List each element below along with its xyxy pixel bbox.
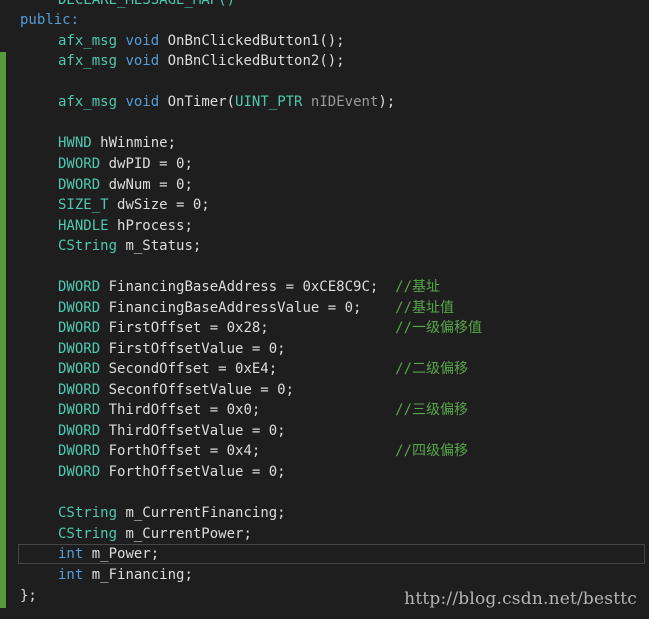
declaration-token: FinancingBaseAddress = 0xCE8C9C;	[108, 279, 396, 295]
declaration-token: m_Power;	[91, 546, 160, 562]
declaration-token: hWinmine;	[100, 135, 177, 151]
declaration-token: ForthOffset = 0x4;	[108, 443, 396, 459]
declaration-token: SecondOffset = 0xE4;	[108, 361, 396, 377]
code-line-closing: };	[20, 586, 37, 606]
type-token: DWORD	[58, 382, 101, 398]
code-line-var-1: HWND hWinmine;	[58, 133, 176, 153]
type-token: DWORD	[58, 320, 101, 336]
keyword-token: void	[125, 94, 160, 110]
code-line-int-2: int m_Financing;	[58, 565, 193, 585]
code-line-field-1: DWORD FinancingBaseAddress = 0xCE8C9C; /…	[58, 277, 440, 297]
code-editor[interactable]: DECLARE_MESSAGE_MAP() public: afx_msg vo…	[0, 0, 649, 619]
type-token: UINT_PTR	[235, 94, 303, 110]
type-token: HWND	[58, 135, 92, 151]
access-specifier: public:	[20, 12, 80, 28]
code-line-field-6: DWORD SeconfOffsetValue = 0;	[58, 380, 294, 400]
type-token: DWORD	[58, 361, 101, 377]
gutter-top	[0, 0, 6, 52]
comment-token: //二级偏移	[395, 361, 469, 377]
comment-token: //基址	[395, 279, 441, 295]
code-line-declare: DECLARE_MESSAGE_MAP()	[58, 0, 235, 10]
comment-token: //一级偏移值	[395, 320, 483, 336]
type-token: DWORD	[58, 279, 101, 295]
type-token: CString	[58, 238, 118, 254]
keyword-token: afx_msg	[58, 53, 118, 69]
method-token: OnTimer(	[167, 94, 236, 110]
code-line-field-5: DWORD SecondOffset = 0xE4; //二级偏移	[58, 359, 468, 379]
code-line-field-4: DWORD FirstOffsetValue = 0;	[58, 339, 286, 359]
code-line-var-2: DWORD dwPID = 0;	[58, 154, 193, 174]
code-line-field-9: DWORD ForthOffset = 0x4; //四级偏移	[58, 441, 468, 461]
code-line-field-2: DWORD FinancingBaseAddressValue = 0; //基…	[58, 298, 454, 318]
declaration-token: ThirdOffsetValue = 0;	[108, 423, 286, 439]
keyword-token: void	[125, 33, 160, 49]
type-token: SIZE_T	[58, 197, 109, 213]
keyword-token: afx_msg	[58, 94, 118, 110]
type-token: DWORD	[58, 156, 101, 172]
declaration-token: hProcess;	[117, 218, 193, 234]
code-line-var-3: DWORD dwNum = 0;	[58, 175, 193, 195]
keyword-token: int	[58, 567, 84, 583]
declaration-token: m_CurrentFinancing;	[125, 505, 286, 521]
code-line-field-8: DWORD ThirdOffsetValue = 0;	[58, 421, 286, 441]
declaration-token: FinancingBaseAddressValue = 0;	[108, 300, 396, 316]
keyword-token: int	[58, 546, 84, 562]
code-line-field-10: DWORD ForthOffsetValue = 0;	[58, 462, 286, 482]
declaration-token: ThirdOffset = 0x0;	[108, 402, 396, 418]
declaration-token: m_CurrentPower;	[125, 526, 252, 542]
param-token: nIDEvent	[310, 94, 379, 110]
code-line-public: public:	[20, 10, 79, 30]
change-indicator-bar	[0, 52, 6, 608]
declaration-token: dwPID = 0;	[108, 156, 193, 172]
declaration-token: FirstOffsetValue = 0;	[108, 341, 286, 357]
type-token: CString	[58, 505, 118, 521]
method-token: OnBnClickedButton1();	[167, 33, 345, 49]
code-line-cstring-2: CString m_CurrentPower;	[58, 524, 252, 544]
declaration-token: SeconfOffsetValue = 0;	[108, 382, 295, 398]
code-line-method-1: afx_msg void OnBnClickedButton1();	[58, 31, 345, 51]
type-token: HANDLE	[58, 218, 109, 234]
code-line-var-6: CString m_Status;	[58, 236, 201, 256]
declaration-token: FirstOffset = 0x28;	[108, 320, 396, 336]
code-line-int-1: int m_Power;	[58, 544, 159, 564]
type-token: DWORD	[58, 464, 101, 480]
declaration-token: dwSize = 0;	[117, 197, 210, 213]
type-token: DWORD	[58, 402, 101, 418]
watermark-url: http://blog.csdn.net/besttc	[404, 589, 637, 609]
type-token: CString	[58, 526, 118, 542]
code-line-method-2: afx_msg void OnBnClickedButton2();	[58, 51, 345, 71]
code-line-var-4: SIZE_T dwSize = 0;	[58, 195, 210, 215]
comment-token: //四级偏移	[395, 443, 469, 459]
code-line-field-3: DWORD FirstOffset = 0x28; //一级偏移值	[58, 318, 482, 338]
declaration-token: m_Status;	[125, 238, 202, 254]
comment-token: //基址值	[395, 300, 455, 316]
comment-token: //三级偏移	[395, 402, 469, 418]
type-token: DWORD	[58, 423, 101, 439]
type-token: DWORD	[58, 177, 101, 193]
punct-token: };	[20, 588, 37, 604]
type-token: DWORD	[58, 443, 101, 459]
macro-token: DECLARE_MESSAGE_MAP()	[58, 0, 236, 8]
code-line-cstring-1: CString m_CurrentFinancing;	[58, 503, 286, 523]
declaration-token: m_Financing;	[91, 567, 193, 583]
code-line-method-3: afx_msg void OnTimer(UINT_PTR nIDEvent);	[58, 92, 395, 112]
type-token: DWORD	[58, 300, 101, 316]
keyword-token: void	[125, 53, 160, 69]
method-token: OnBnClickedButton2();	[167, 53, 345, 69]
type-token: DWORD	[58, 341, 101, 357]
punct-token: );	[378, 94, 396, 110]
declaration-token: dwNum = 0;	[108, 177, 193, 193]
code-line-field-7: DWORD ThirdOffset = 0x0; //三级偏移	[58, 400, 468, 420]
code-line-var-5: HANDLE hProcess;	[58, 216, 193, 236]
declaration-token: ForthOffsetValue = 0;	[108, 464, 286, 480]
keyword-token: afx_msg	[58, 33, 118, 49]
